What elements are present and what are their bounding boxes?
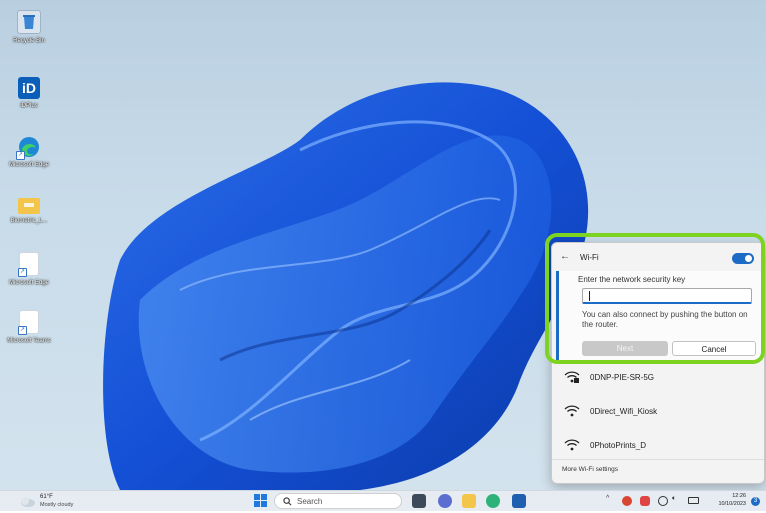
network-name: 0PhotoPrints_D — [590, 441, 647, 450]
idplus-icon: iD — [18, 77, 40, 99]
edge-taskbar-icon[interactable] — [486, 494, 500, 508]
weather-condition: Mostly cloudy — [40, 502, 74, 508]
weather-widget[interactable]: 61°F Mostly cloudy — [18, 494, 73, 513]
store-icon[interactable] — [512, 494, 526, 508]
desktop-icon-label: Microsoft Edge — [8, 162, 50, 168]
wifi-icon — [564, 439, 580, 451]
file-shortcut-icon: ↗ — [18, 252, 39, 277]
recycle-bin-icon — [17, 10, 41, 34]
desktop-icon-label: iDPlus — [20, 103, 38, 109]
desktop-icon-label: Recycle Bin — [13, 38, 45, 44]
shortcut-arrow-icon: ↗ — [18, 268, 27, 277]
clock[interactable]: 12:26 10/10/2023 — [708, 492, 746, 508]
tray-app-icon[interactable] — [640, 496, 650, 506]
network-item[interactable]: 0Direct_Wifi_Kiosk — [560, 401, 756, 425]
clock-date: 10/10/2023 — [718, 501, 746, 507]
desktop-icon-label: Biometric_L... — [10, 218, 48, 224]
shortcut-arrow-icon: ↗ — [16, 151, 25, 160]
chat-icon[interactable] — [438, 494, 452, 508]
edge-icon: ↗ — [16, 136, 40, 160]
weather-temp: 61°F — [40, 494, 53, 500]
search-icon — [283, 497, 292, 506]
network-globe-icon[interactable] — [658, 496, 668, 506]
wifi-icon — [564, 405, 580, 417]
divider — [552, 459, 764, 460]
task-view-icon[interactable] — [412, 494, 426, 508]
start-button[interactable] — [254, 494, 268, 508]
battery-icon[interactable] — [688, 497, 699, 504]
network-item[interactable]: 0PhotoPrints_D — [560, 435, 756, 459]
taskbar: 61°F Mostly cloudy Search ^ 🔈︎ 12:26 10/… — [0, 490, 766, 511]
notification-badge[interactable]: 3 — [751, 497, 760, 506]
desktop-icon-label: Microsoft Edge — [8, 280, 50, 286]
volume-icon[interactable]: 🔈︎ — [672, 495, 676, 503]
highlight-frame — [545, 233, 765, 364]
desktop-icon-biometric-folder[interactable]: Biometric_L... — [6, 194, 52, 225]
file-explorer-icon[interactable] — [462, 494, 476, 508]
folder-icon — [18, 198, 40, 214]
desktop-icon-label: Microsoft Teams — [7, 338, 51, 344]
network-name: 0DNP-PIE-SR-5G — [590, 373, 655, 382]
taskbar-search[interactable]: Search — [274, 493, 402, 509]
network-item[interactable]: 0DNP-PIE-SR-5G — [560, 367, 756, 391]
desktop-icon-idplus[interactable]: iD iDPlus — [6, 77, 52, 110]
tray-overflow-chevron-icon[interactable]: ^ — [606, 495, 609, 502]
network-name: 0Direct_Wifi_Kiosk — [590, 407, 658, 416]
shortcut-arrow-icon: ↗ — [18, 326, 27, 335]
desktop-icon-teams-file[interactable]: ↗ Microsoft Teams — [6, 310, 52, 345]
windows-logo-icon — [254, 494, 267, 507]
cloud-icon — [21, 497, 35, 507]
file-shortcut-icon: ↗ — [18, 310, 39, 335]
search-placeholder: Search — [297, 497, 323, 506]
clock-time: 12:26 — [732, 493, 746, 499]
more-wifi-settings-link[interactable]: More Wi-Fi settings — [562, 466, 618, 473]
tray-app-icon[interactable] — [622, 496, 632, 506]
desktop-icon-edge-file[interactable]: ↗ Microsoft Edge — [6, 252, 52, 287]
wifi-secured-icon — [564, 371, 580, 383]
desktop-icon-recycle-bin[interactable]: Recycle Bin — [6, 10, 52, 45]
desktop-icon-edge[interactable]: ↗ Microsoft Edge — [6, 136, 52, 169]
